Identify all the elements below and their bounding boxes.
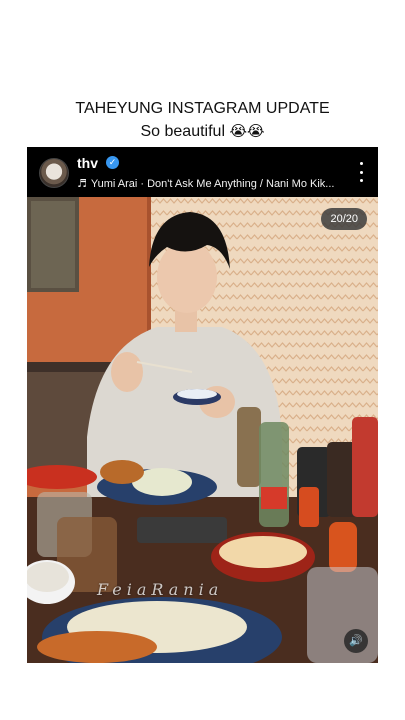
post-photo[interactable]: 20/20 FeiaRania 🔊 (27, 197, 378, 663)
speaker-icon[interactable]: 🔊 (344, 629, 368, 653)
image-counter: 20/20 (321, 208, 367, 230)
music-note-icon: ♬ (77, 177, 87, 190)
post-header: thv ✓ ♬ Yumi Arai · Don't Ask Me Anything… (27, 147, 378, 197)
post-caption: TAHEYUNG INSTAGRAM UPDATE So beautiful 😭… (0, 98, 405, 143)
music-title: Yumi Arai · Don't Ask Me Anything / Nani… (90, 178, 335, 190)
instagram-post: thv ✓ ♬ Yumi Arai · Don't Ask Me Anything… (27, 147, 378, 663)
caption-line-2: So beautiful 😭😭 (0, 120, 405, 143)
verified-badge-icon: ✓ (106, 156, 119, 169)
more-options-icon[interactable] (358, 162, 364, 182)
caption-line-1: TAHEYUNG INSTAGRAM UPDATE (75, 100, 330, 117)
caption-text: So beautiful (140, 123, 225, 140)
username[interactable]: thv (77, 155, 98, 171)
watermark: FeiaRania (97, 580, 224, 599)
music-info[interactable]: ♬ Yumi Arai · Don't Ask Me Anything / Nan… (77, 177, 342, 190)
avatar[interactable] (39, 158, 69, 188)
crying-emoji-icon: 😭😭 (229, 122, 265, 140)
